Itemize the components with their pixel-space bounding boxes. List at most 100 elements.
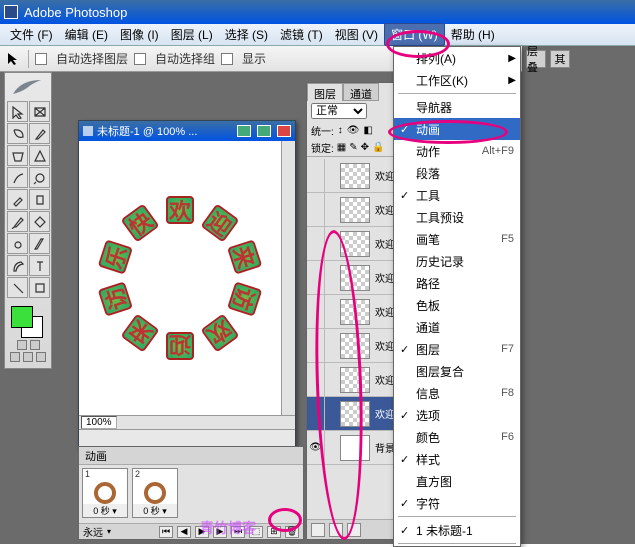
lasso-tool[interactable] [7, 123, 28, 144]
zoom-field[interactable]: 100% [81, 416, 117, 429]
layer-visibility-icon[interactable]: 👁 [307, 431, 325, 464]
doc-maximize-button[interactable] [257, 125, 271, 137]
window-menu-item[interactable]: 通道 [394, 316, 520, 338]
window-menu-item[interactable]: 工具预设 [394, 206, 520, 228]
tab-layers[interactable]: 图层 [307, 83, 343, 101]
move-tool-icon[interactable] [6, 51, 22, 67]
menu-file[interactable]: 文件 (F) [4, 24, 59, 45]
layer-thumbnail[interactable] [340, 265, 370, 291]
window-menu-item[interactable]: ✓图层F7 [394, 338, 520, 360]
slice-tool[interactable] [29, 145, 50, 166]
layer-visibility-icon[interactable] [307, 295, 325, 328]
layer-thumbnail[interactable] [340, 333, 370, 359]
layer-visibility-icon[interactable] [307, 329, 325, 362]
doc-close-button[interactable] [277, 125, 291, 137]
quickmask-toggle[interactable] [7, 340, 49, 350]
window-menu-item[interactable]: ✓样式 [394, 448, 520, 470]
window-menu-item[interactable]: 图层复合 [394, 360, 520, 382]
doc-minimize-button[interactable] [237, 125, 251, 137]
history-brush-tool[interactable] [29, 189, 50, 210]
frame-duration[interactable]: 0 秒 ▾ [133, 504, 177, 517]
layer-thumbnail[interactable] [340, 197, 370, 223]
link-layers-button[interactable] [311, 523, 325, 537]
menu-select[interactable]: 选择 (S) [219, 24, 274, 45]
anim-delete-frame-button[interactable]: 🗑 [285, 526, 299, 538]
blend-mode-select[interactable]: 正常 [311, 103, 367, 119]
shape-tool[interactable] [29, 277, 50, 298]
layer-mask-button[interactable] [347, 523, 361, 537]
menu-image[interactable]: 图像 (I) [114, 24, 165, 45]
window-menu-item[interactable]: 排列(A)▶ [394, 47, 520, 69]
type-tool[interactable] [29, 255, 50, 276]
auto-select-layer-checkbox[interactable] [35, 53, 47, 65]
frame-duration[interactable]: 0 秒 ▾ [83, 504, 127, 517]
menu-filter[interactable]: 滤镜 (T) [274, 24, 329, 45]
layer-thumbnail[interactable] [340, 299, 370, 325]
window-menu-item[interactable]: 段落 [394, 162, 520, 184]
menu-help[interactable]: 帮助 (H) [445, 24, 501, 45]
stamp-tool[interactable] [7, 189, 28, 210]
eraser-tool[interactable] [7, 211, 28, 232]
auto-select-group-checkbox[interactable] [134, 53, 146, 65]
tab-channels[interactable]: 通道 [343, 83, 379, 101]
window-menu-item[interactable]: 色板 [394, 294, 520, 316]
window-menu-item[interactable]: 信息F8 [394, 382, 520, 404]
canvas-area[interactable]: 欢迎来访欢迎来访乐快 [79, 141, 281, 415]
marquee-tool[interactable] [29, 101, 50, 122]
menu-layer[interactable]: 图层 (L) [165, 24, 219, 45]
anim-prev-button[interactable]: ◀ [177, 526, 191, 538]
lock-all-icon[interactable]: 🔒 [372, 142, 384, 153]
animation-loop-selector[interactable]: 永远 [83, 524, 103, 539]
lock-position-icon[interactable]: ✥ [361, 142, 369, 153]
layer-thumbnail[interactable] [340, 401, 370, 427]
unify-visibility-icon[interactable]: 👁 [347, 125, 360, 136]
window-menu-item[interactable]: ✓选项 [394, 404, 520, 426]
layer-visibility-icon[interactable] [307, 159, 325, 192]
layer-thumbnail[interactable] [340, 435, 370, 461]
wand-tool[interactable] [29, 123, 50, 144]
dodge-tool[interactable] [29, 233, 50, 254]
layer-visibility-icon[interactable] [307, 193, 325, 226]
window-menu-item[interactable]: ✓字符 [394, 492, 520, 514]
move-tool[interactable] [7, 101, 28, 122]
window-menu-item[interactable]: ✓1 未标题-1 [394, 519, 520, 541]
gradient-tool[interactable] [29, 211, 50, 232]
window-menu-item[interactable]: ✓动画 [394, 118, 520, 140]
layer-thumbnail[interactable] [340, 163, 370, 189]
layer-visibility-icon[interactable] [307, 227, 325, 260]
lock-paint-icon[interactable]: ✎ [349, 142, 357, 153]
window-menu-item[interactable]: 颜色F6 [394, 426, 520, 448]
menu-edit[interactable]: 编辑 (E) [59, 24, 114, 45]
horizontal-scrollbar[interactable]: 100% [79, 415, 295, 429]
animation-frame[interactable]: 10 秒 ▾ [82, 468, 128, 518]
screenmode-toggle[interactable] [7, 352, 49, 362]
crop-tool[interactable] [7, 145, 28, 166]
show-transform-checkbox[interactable] [221, 53, 233, 65]
window-menu-item[interactable]: ✓工具 [394, 184, 520, 206]
arrange-other-button[interactable]: 其 [550, 50, 570, 68]
anim-new-frame-button[interactable]: ⊞ [267, 526, 281, 538]
color-swatches[interactable] [7, 304, 49, 338]
lock-transparent-icon[interactable]: ▦ [337, 142, 346, 153]
layer-style-button[interactable] [329, 523, 343, 537]
unify-position-icon[interactable]: ↕ [338, 125, 343, 136]
document-titlebar[interactable]: 未标题-1 @ 100% ... [79, 121, 295, 141]
layer-thumbnail[interactable] [340, 367, 370, 393]
blur-tool[interactable] [7, 233, 28, 254]
menu-view[interactable]: 视图 (V) [329, 24, 384, 45]
window-menu-item[interactable]: 导航器 [394, 96, 520, 118]
layer-visibility-icon[interactable] [307, 363, 325, 396]
layer-visibility-icon[interactable] [307, 397, 325, 430]
window-menu-item[interactable]: 动作Alt+F9 [394, 140, 520, 162]
menu-window[interactable]: 窗口 (W) [384, 23, 445, 46]
foreground-color-swatch[interactable] [11, 306, 33, 328]
window-menu-item[interactable]: 直方图 [394, 470, 520, 492]
window-menu-item[interactable]: 路径 [394, 272, 520, 294]
unify-style-icon[interactable]: ◧ [363, 125, 372, 136]
window-menu-item[interactable]: 画笔F5 [394, 228, 520, 250]
layer-thumbnail[interactable] [340, 231, 370, 257]
vertical-scrollbar[interactable] [281, 141, 295, 415]
anim-first-button[interactable]: ⏮ [159, 526, 173, 538]
window-menu-item[interactable]: 工作区(K)▶ [394, 69, 520, 91]
brush-tool[interactable] [29, 167, 50, 188]
